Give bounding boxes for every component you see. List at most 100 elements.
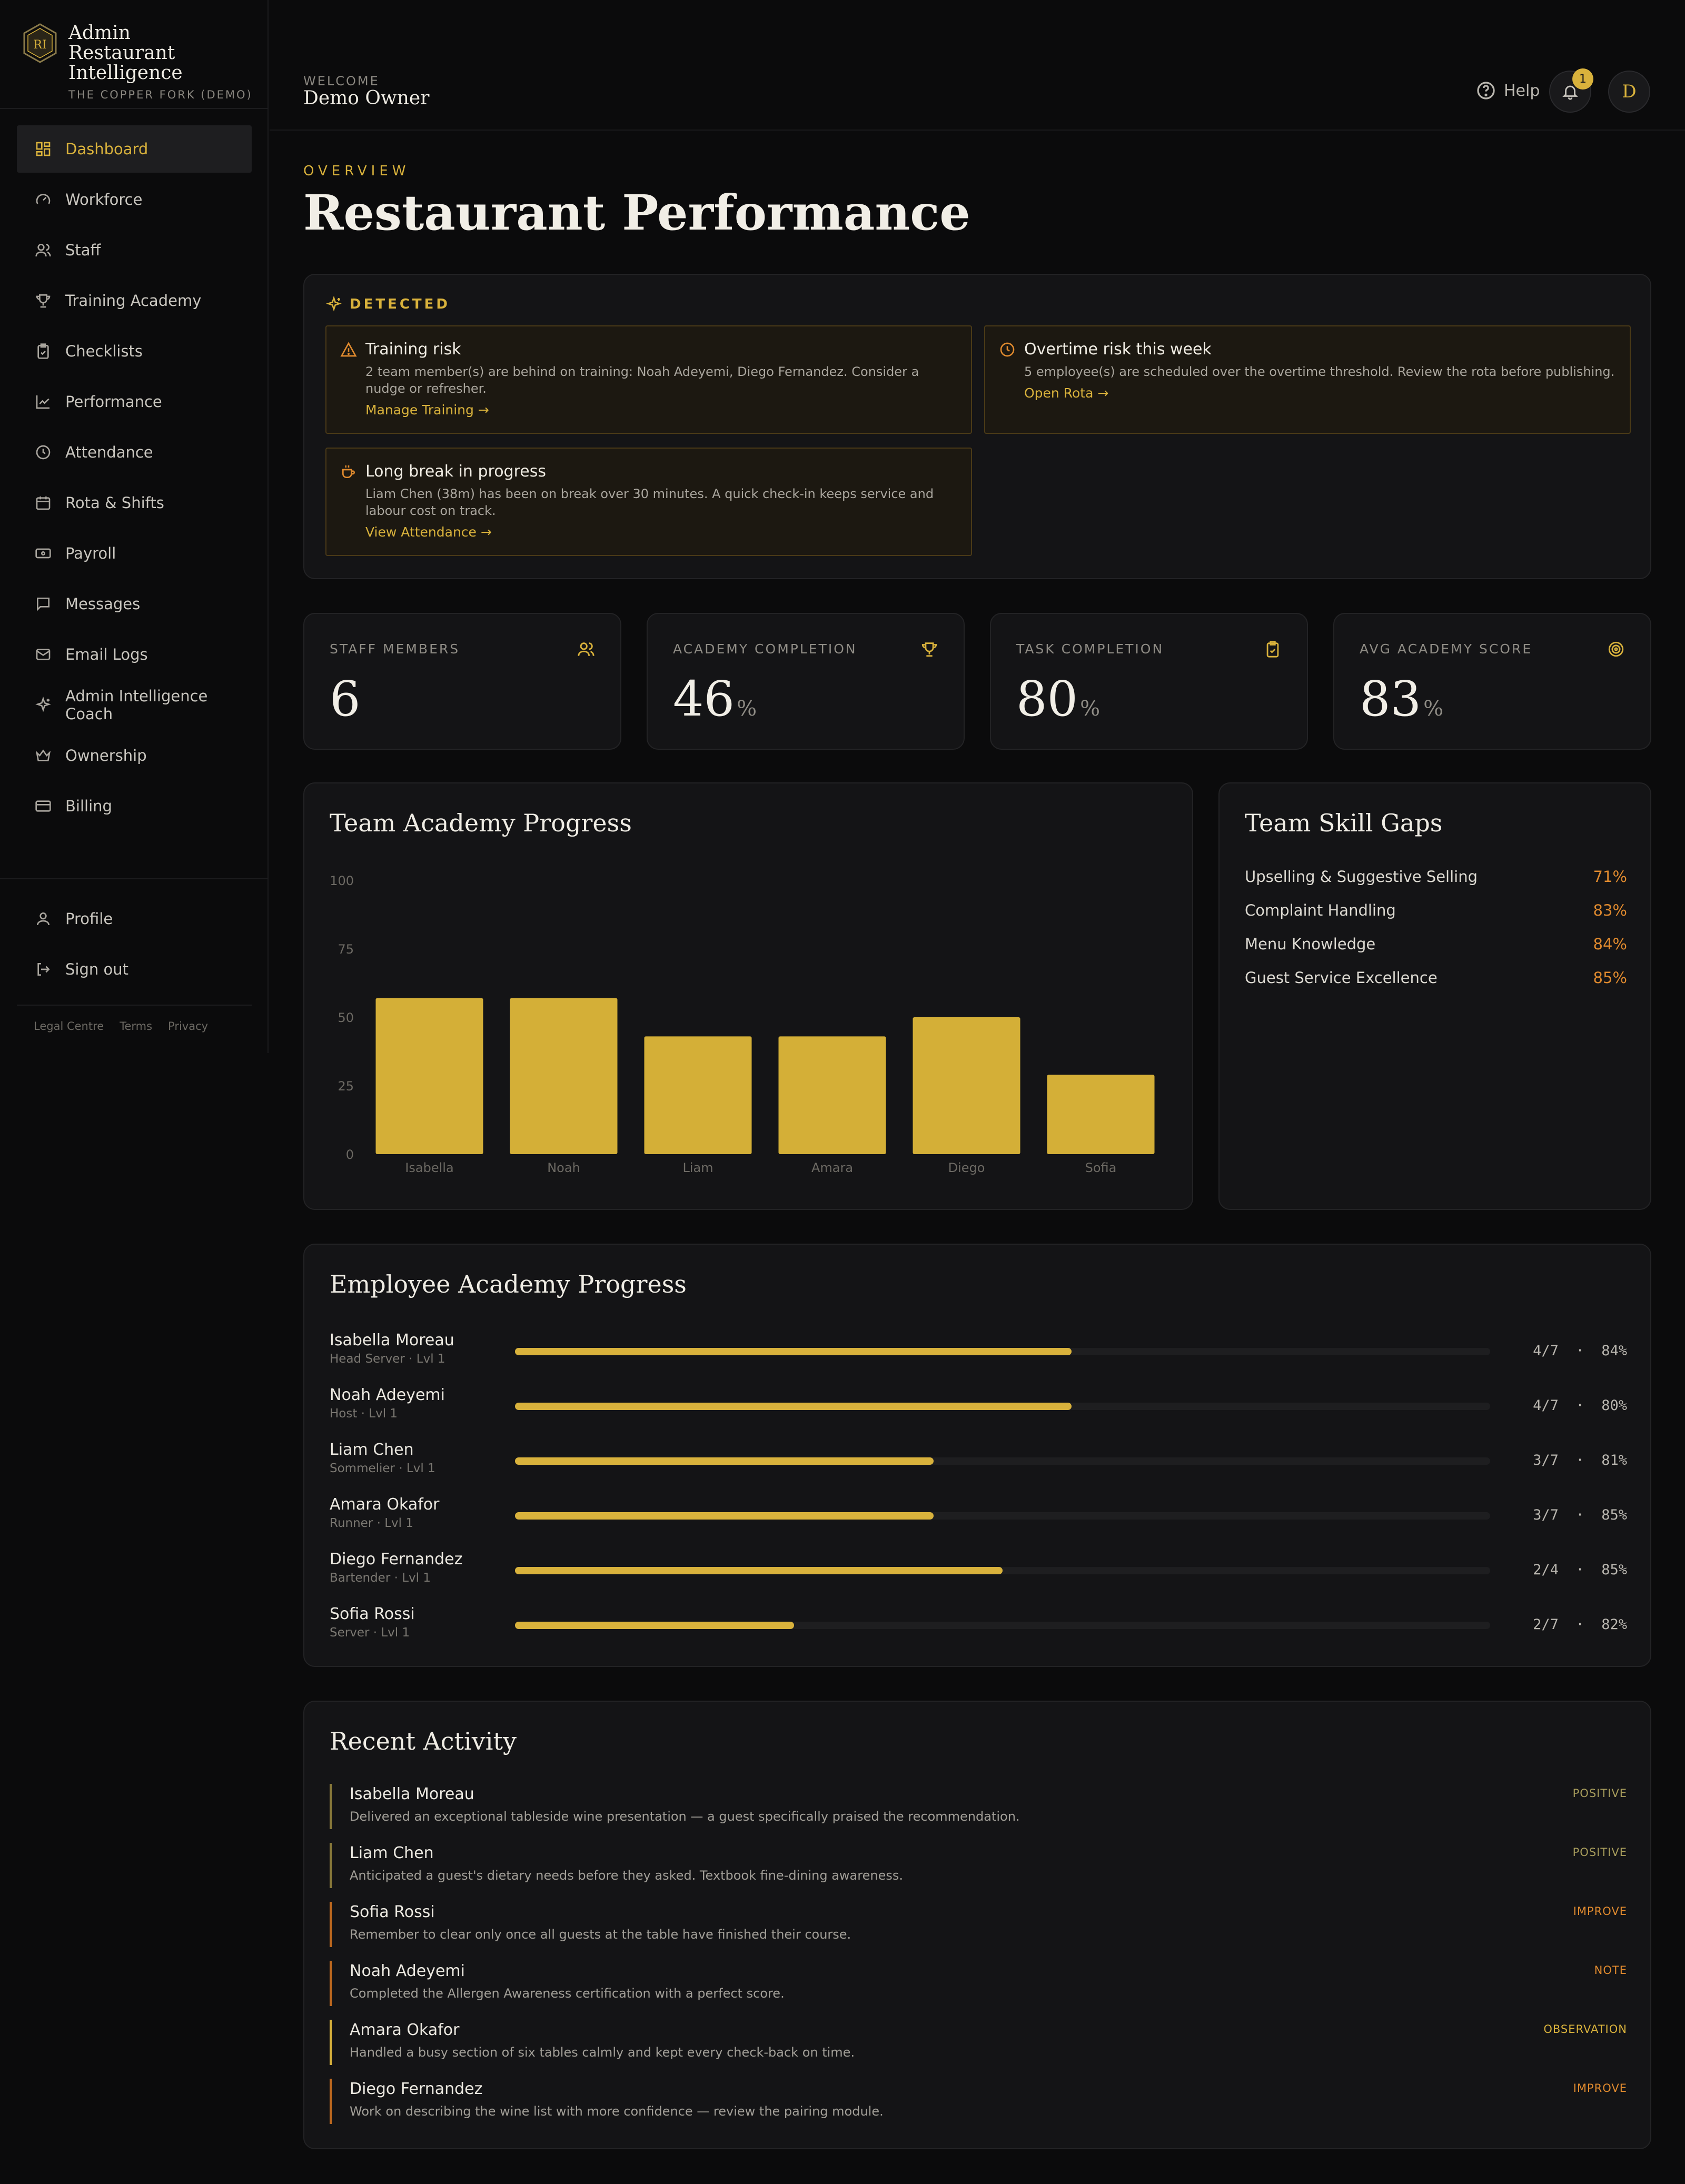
gauge-icon	[36, 194, 51, 204]
sidebar: RI Admin Restaurant Intelligence THE COP…	[0, 0, 269, 1053]
employee-progress-row[interactable]: Amara Okafor Runner · Lvl 1 3/7 · 85%	[330, 1495, 1627, 1537]
sidebar-item-sign-out[interactable]: Sign out	[17, 946, 252, 993]
skill-name: Menu Knowledge	[1245, 935, 1376, 953]
sidebar-item-ownership[interactable]: Ownership	[17, 732, 252, 779]
stat-label: ACADEMY COMPLETION	[673, 641, 857, 657]
sidebar-item-label: Messages	[65, 595, 141, 613]
sidebar-item-label: Dashboard	[65, 140, 148, 158]
skill-name: Complaint Handling	[1245, 901, 1396, 919]
alert-overtime-risk: Overtime risk this week 5 employee(s) ar…	[984, 325, 1631, 434]
progress-track	[515, 1567, 1490, 1574]
clock-icon	[36, 445, 51, 460]
stat-number: 46	[673, 671, 735, 727]
activity-name: Liam Chen	[350, 1844, 434, 1862]
activity-item[interactable]: Diego Fernandez Work on describing the w…	[330, 2079, 1627, 2124]
employee-progress-row[interactable]: Isabella Moreau Head Server · Lvl 1 4/7 …	[330, 1331, 1627, 1373]
target-icon	[1608, 641, 1624, 657]
x-tick-label: Liam	[682, 1160, 713, 1175]
crown-icon	[35, 749, 51, 761]
employee-progress-row[interactable]: Sofia Rossi Server · Lvl 1 2/7 · 82%	[330, 1605, 1627, 1647]
employee-progress-row[interactable]: Diego Fernandez Bartender · Lvl 1 2/4 · …	[330, 1550, 1627, 1592]
open-rota-link[interactable]: Open Rota →	[1024, 385, 1616, 401]
sidebar-item-admin-intelligence-coach[interactable]: Admin Intelligence Coach	[17, 681, 252, 729]
sidebar-item-label: Sign out	[65, 960, 128, 978]
employee-modules: 4/7	[1533, 1397, 1559, 1414]
detected-panel: DETECTED Training risk 2 team member(s) …	[303, 274, 1651, 579]
skill-name: Upselling & Suggestive Selling	[1245, 868, 1478, 886]
sidebar-item-email-logs[interactable]: Email Logs	[17, 631, 252, 678]
card-title: Team Skill Gaps	[1245, 809, 1443, 837]
activity-name: Amara Okafor	[350, 2021, 460, 2039]
manage-training-link[interactable]: Manage Training →	[365, 402, 957, 418]
employee-name: Diego Fernandez	[330, 1550, 463, 1568]
activity-item[interactable]: Sofia Rossi Remember to clear only once …	[330, 1902, 1627, 1947]
employee-modules: 4/7	[1533, 1343, 1559, 1359]
stat-card-staff-members: STAFF MEMBERS 6	[303, 613, 621, 750]
progress-track	[515, 1457, 1490, 1465]
overview-label: OVERVIEW	[303, 163, 410, 179]
avatar[interactable]: D	[1608, 71, 1650, 113]
skill-gap-row: Upselling & Suggestive Selling 71%	[1245, 868, 1627, 886]
sidebar-item-label: Performance	[65, 393, 162, 411]
view-attendance-link[interactable]: View Attendance →	[365, 524, 957, 540]
employee-progress-row[interactable]: Liam Chen Sommelier · Lvl 1 3/7 · 81%	[330, 1441, 1627, 1483]
sidebar-divider	[0, 878, 269, 879]
stat-unit: %	[1423, 697, 1444, 721]
sidebar-item-dashboard[interactable]: Dashboard	[17, 125, 252, 173]
sidebar-item-training-academy[interactable]: Training Academy	[17, 277, 252, 324]
sidebar-item-messages[interactable]: Messages	[17, 580, 252, 628]
welcome-name: Demo Owner	[303, 87, 430, 109]
legal-centre-link[interactable]: Legal Centre	[34, 1020, 104, 1033]
activity-name: Sofia Rossi	[350, 1903, 435, 1921]
message-icon	[37, 598, 49, 611]
notifications-button[interactable]: 1	[1549, 68, 1593, 113]
sidebar-item-rota-shifts[interactable]: Rota & Shifts	[17, 479, 252, 527]
alert-title: Overtime risk this week	[1024, 340, 1212, 359]
employee-stat: 3/7 · 81%	[1533, 1452, 1627, 1468]
activity-item[interactable]: Isabella Moreau Delivered an exceptional…	[330, 1784, 1627, 1829]
employee-score: 85%	[1601, 1507, 1627, 1523]
progress-track	[515, 1403, 1490, 1410]
logout-icon	[37, 963, 50, 976]
stat-card-task-completion: TASK COMPLETION 80%	[990, 613, 1308, 750]
card-title: Employee Academy Progress	[330, 1270, 687, 1298]
x-tick-label: Amara	[811, 1160, 853, 1175]
user-icon	[37, 912, 49, 926]
sidebar-item-staff[interactable]: Staff	[17, 226, 252, 274]
sidebar-item-label: Checklists	[65, 342, 143, 360]
help-button[interactable]: Help	[1475, 80, 1540, 101]
stat-number: 6	[330, 671, 361, 727]
sidebar-item-payroll[interactable]: Payroll	[17, 530, 252, 577]
sidebar-item-profile[interactable]: Profile	[17, 895, 252, 942]
clipboard-check-icon	[37, 343, 49, 359]
sidebar-item-performance[interactable]: Performance	[17, 378, 252, 425]
activity-item[interactable]: Liam Chen Anticipated a guest's dietary …	[330, 1843, 1627, 1888]
sidebar-item-attendance[interactable]: Attendance	[17, 429, 252, 476]
activity-description: Delivered an exceptional tableside wine …	[350, 1809, 1020, 1824]
employee-name: Isabella Moreau	[330, 1331, 454, 1349]
employee-progress-row[interactable]: Noah Adeyemi Host · Lvl 1 4/7 · 80%	[330, 1386, 1627, 1428]
warning-icon	[340, 342, 357, 357]
alert-title: Training risk	[365, 340, 461, 359]
employee-role: Server · Lvl 1	[330, 1626, 410, 1640]
clipboard-check-icon	[1266, 641, 1279, 658]
privacy-link[interactable]: Privacy	[168, 1020, 208, 1033]
help-circle-icon	[1477, 82, 1495, 100]
sidebar-item-checklists[interactable]: Checklists	[17, 327, 252, 375]
svg-text:RI: RI	[33, 38, 46, 52]
bar-noah	[510, 998, 618, 1154]
activity-description: Work on describing the wine list with mo…	[350, 2104, 884, 2119]
brand[interactable]: RI Admin Restaurant Intelligence THE COP…	[23, 23, 253, 101]
activity-tag: IMPROVE	[1573, 2082, 1627, 2094]
terms-link[interactable]: Terms	[120, 1020, 152, 1033]
sidebar-item-workforce[interactable]: Workforce	[17, 176, 252, 223]
activity-item[interactable]: Amara Okafor Handled a busy section of s…	[330, 2020, 1627, 2065]
skill-pct: 83%	[1593, 901, 1627, 919]
calendar-icon	[36, 497, 51, 510]
progress-fill	[515, 1457, 934, 1465]
detected-header: DETECTED	[325, 296, 450, 313]
sidebar-item-billing[interactable]: Billing	[17, 782, 252, 830]
brand-subtitle: THE COPPER FORK (DEMO)	[68, 88, 253, 101]
activity-item[interactable]: Noah Adeyemi Completed the Allergen Awar…	[330, 1961, 1627, 2006]
alert-body: Liam Chen (38m) has been on break over 3…	[365, 487, 934, 518]
